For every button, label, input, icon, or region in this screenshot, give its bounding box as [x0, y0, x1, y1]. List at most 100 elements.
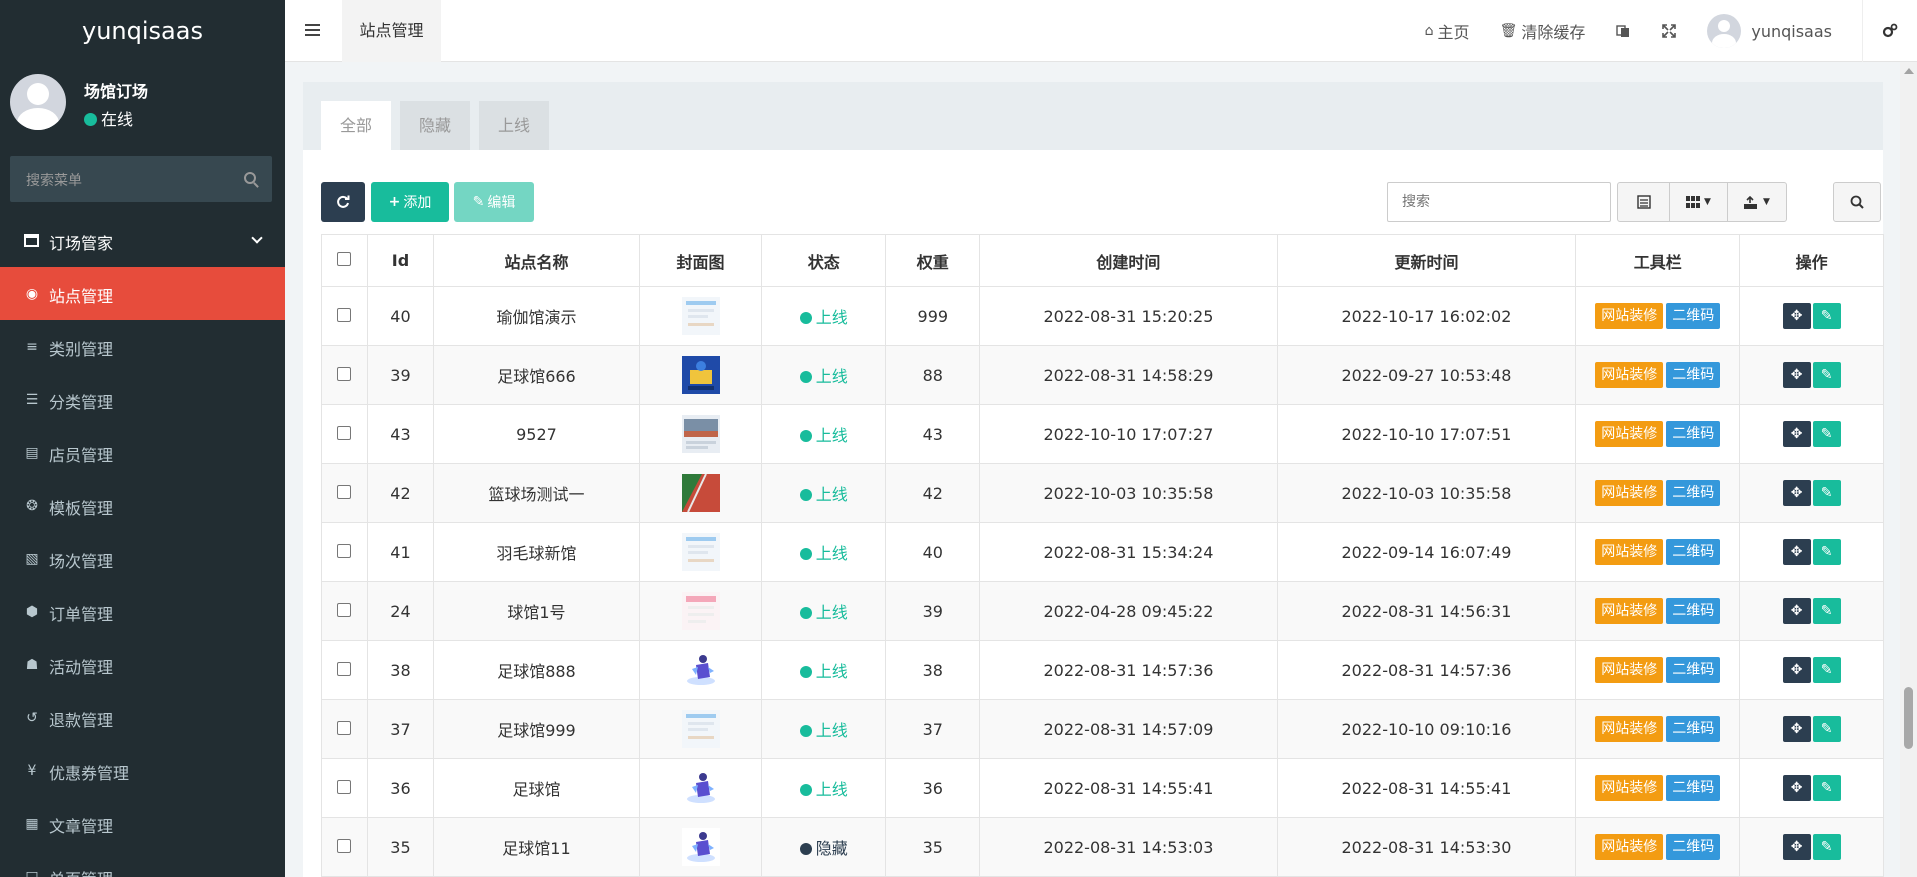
add-button[interactable]: + 添加: [371, 182, 449, 222]
sidebar-item-7[interactable]: ☗ 活动管理: [0, 638, 285, 691]
status-label[interactable]: 隐藏: [816, 839, 848, 858]
sidebar-item-1[interactable]: ≡ 类别管理: [0, 320, 285, 373]
sidebar-search-input[interactable]: 搜索菜单: [10, 156, 272, 202]
drag-move-icon[interactable]: ✥: [1782, 834, 1811, 860]
tab-hidden[interactable]: 隐藏: [400, 101, 470, 150]
page-scrollbar[interactable]: [1900, 62, 1917, 877]
sidebar-item-2[interactable]: ☰ 分类管理: [0, 373, 285, 426]
decorate-site-button[interactable]: 网站装修: [1595, 303, 1664, 329]
row-checkbox[interactable]: [337, 366, 352, 381]
row-checkbox[interactable]: [337, 602, 352, 617]
col-status[interactable]: 状态: [761, 234, 887, 287]
decorate-site-button[interactable]: 网站装修: [1595, 834, 1664, 860]
status-label[interactable]: 上线: [816, 544, 848, 563]
search-button[interactable]: [1833, 182, 1881, 222]
drag-move-icon[interactable]: ✥: [1782, 775, 1811, 801]
fullscreen-icon[interactable]: [1661, 24, 1677, 38]
decorate-site-button[interactable]: 网站装修: [1595, 598, 1664, 624]
col-created[interactable]: 创建时间: [979, 234, 1278, 287]
table-row[interactable]: 41 羽毛球新馆 上线 40 2022-08-31 15:34:24 2022-09-14…: [321, 522, 1884, 582]
clear-cache-link[interactable]: 🗑 清除缓存: [1500, 19, 1586, 43]
search-icon[interactable]: [244, 172, 256, 184]
qrcode-button[interactable]: 二维码: [1666, 716, 1721, 742]
drag-move-icon[interactable]: ✥: [1782, 480, 1811, 506]
decorate-site-button[interactable]: 网站装修: [1595, 362, 1664, 388]
edit-pencil-icon[interactable]: ✎: [1812, 716, 1841, 742]
cover-thumbnail[interactable]: [681, 592, 720, 630]
drag-move-icon[interactable]: ✥: [1782, 421, 1811, 447]
col-id[interactable]: Id: [366, 234, 435, 287]
drag-move-icon[interactable]: ✥: [1782, 657, 1811, 683]
cover-thumbnail[interactable]: [681, 415, 720, 453]
sidebar-item-8[interactable]: ↺ 退款管理: [0, 691, 285, 744]
status-label[interactable]: 上线: [816, 308, 848, 327]
table-row[interactable]: 37 足球馆999 上线 37 2022-08-31 14:57:09 2022-10-1…: [321, 699, 1884, 759]
col-updated[interactable]: 更新时间: [1276, 234, 1577, 287]
qrcode-button[interactable]: 二维码: [1666, 539, 1721, 565]
select-all-checkbox[interactable]: [337, 252, 352, 266]
sidebar-item-5[interactable]: ▧ 场次管理: [0, 532, 285, 585]
menu-group-header[interactable]: 订场管家: [0, 215, 285, 267]
sidebar-item-10[interactable]: ▦ 文章管理: [0, 797, 285, 850]
decorate-site-button[interactable]: 网站装修: [1595, 657, 1664, 683]
cover-thumbnail[interactable]: [681, 651, 720, 689]
drag-move-icon[interactable]: ✥: [1782, 598, 1811, 624]
sidebar-item-6[interactable]: ⬢ 订单管理: [0, 585, 285, 638]
user-menu[interactable]: yunqisaas: [1707, 14, 1832, 48]
cover-thumbnail[interactable]: [681, 533, 720, 571]
qrcode-button[interactable]: 二维码: [1666, 598, 1721, 624]
qrcode-button[interactable]: 二维码: [1666, 834, 1721, 860]
brand-logo[interactable]: yunqisaas: [0, 0, 285, 62]
sidebar-item-0[interactable]: ◉ 站点管理: [0, 267, 285, 320]
row-checkbox[interactable]: [337, 484, 352, 499]
cover-thumbnail[interactable]: [681, 710, 720, 748]
home-link[interactable]: ⌂ 主页: [1425, 19, 1470, 43]
qrcode-button[interactable]: 二维码: [1666, 480, 1721, 506]
edit-pencil-icon[interactable]: ✎: [1812, 303, 1841, 329]
table-row[interactable]: 35 足球馆11 隐藏 35 2022-08-31 14:53:03 2022-08-31…: [321, 817, 1884, 877]
cover-thumbnail[interactable]: [681, 473, 720, 513]
table-row[interactable]: 38 足球馆888 上线 38 2022-08-31 14:57:36 2022-08-3…: [321, 640, 1884, 700]
tab-online[interactable]: 上线: [479, 101, 549, 150]
decorate-site-button[interactable]: 网站装修: [1595, 480, 1664, 506]
table-row[interactable]: 36 足球馆 上线 36 2022-08-31 14:55:41 2022-08-31 1…: [321, 758, 1884, 818]
row-checkbox[interactable]: [337, 425, 352, 440]
qrcode-button[interactable]: 二维码: [1666, 657, 1721, 683]
decorate-site-button[interactable]: 网站装修: [1595, 716, 1664, 742]
edit-pencil-icon[interactable]: ✎: [1812, 775, 1841, 801]
table-row[interactable]: 43 9527 上线 43 2022-10-10 17:07:27 2022-10-10 …: [321, 404, 1884, 464]
edit-pencil-icon[interactable]: ✎: [1812, 362, 1841, 388]
drag-move-icon[interactable]: ✥: [1782, 303, 1811, 329]
row-checkbox[interactable]: [337, 838, 352, 853]
sidebar-item-4[interactable]: ❂ 模板管理: [0, 479, 285, 532]
toggle-view-button[interactable]: [1618, 183, 1670, 221]
decorate-site-button[interactable]: 网站装修: [1595, 775, 1664, 801]
edit-pencil-icon[interactable]: ✎: [1812, 598, 1841, 624]
qrcode-button[interactable]: 二维码: [1666, 362, 1721, 388]
table-row[interactable]: 39 足球馆666 上线 88 2022-08-31 14:58:29 2022-09-2…: [321, 345, 1884, 405]
edit-button[interactable]: ✎ 编辑: [454, 182, 534, 222]
table-row[interactable]: 42 篮球场测试一 上线 42 2022-10-03 10:35:58 2022-10-0…: [321, 463, 1884, 523]
settings-gears-icon[interactable]: [1862, 0, 1917, 62]
table-row[interactable]: 24 球馆1号 上线 39 2022-04-28 09:45:22 2022-08-31 …: [321, 581, 1884, 641]
status-label[interactable]: 上线: [816, 426, 848, 445]
scrollbar-thumb[interactable]: [1904, 687, 1913, 749]
table-search-input[interactable]: [1387, 182, 1611, 222]
row-checkbox[interactable]: [337, 307, 352, 322]
sidebar-item-9[interactable]: ¥ 优惠券管理: [0, 744, 285, 797]
tab-site-management[interactable]: 站点管理: [342, 0, 441, 62]
col-site-name[interactable]: 站点名称: [433, 234, 640, 287]
decorate-site-button[interactable]: 网站装修: [1595, 539, 1664, 565]
status-label[interactable]: 上线: [816, 603, 848, 622]
row-checkbox[interactable]: [337, 543, 352, 558]
edit-pencil-icon[interactable]: ✎: [1812, 657, 1841, 683]
status-label[interactable]: 上线: [816, 780, 848, 799]
columns-dropdown-button[interactable]: ▼: [1670, 183, 1728, 221]
table-row[interactable]: 40 瑜伽馆演示 上线 999 2022-08-31 15:20:25 2022-10-1…: [321, 286, 1884, 346]
status-label[interactable]: 上线: [816, 367, 848, 386]
edit-pencil-icon[interactable]: ✎: [1812, 539, 1841, 565]
edit-pencil-icon[interactable]: ✎: [1812, 480, 1841, 506]
row-checkbox[interactable]: [337, 661, 352, 676]
drag-move-icon[interactable]: ✥: [1782, 362, 1811, 388]
language-icon[interactable]: [1615, 24, 1631, 38]
